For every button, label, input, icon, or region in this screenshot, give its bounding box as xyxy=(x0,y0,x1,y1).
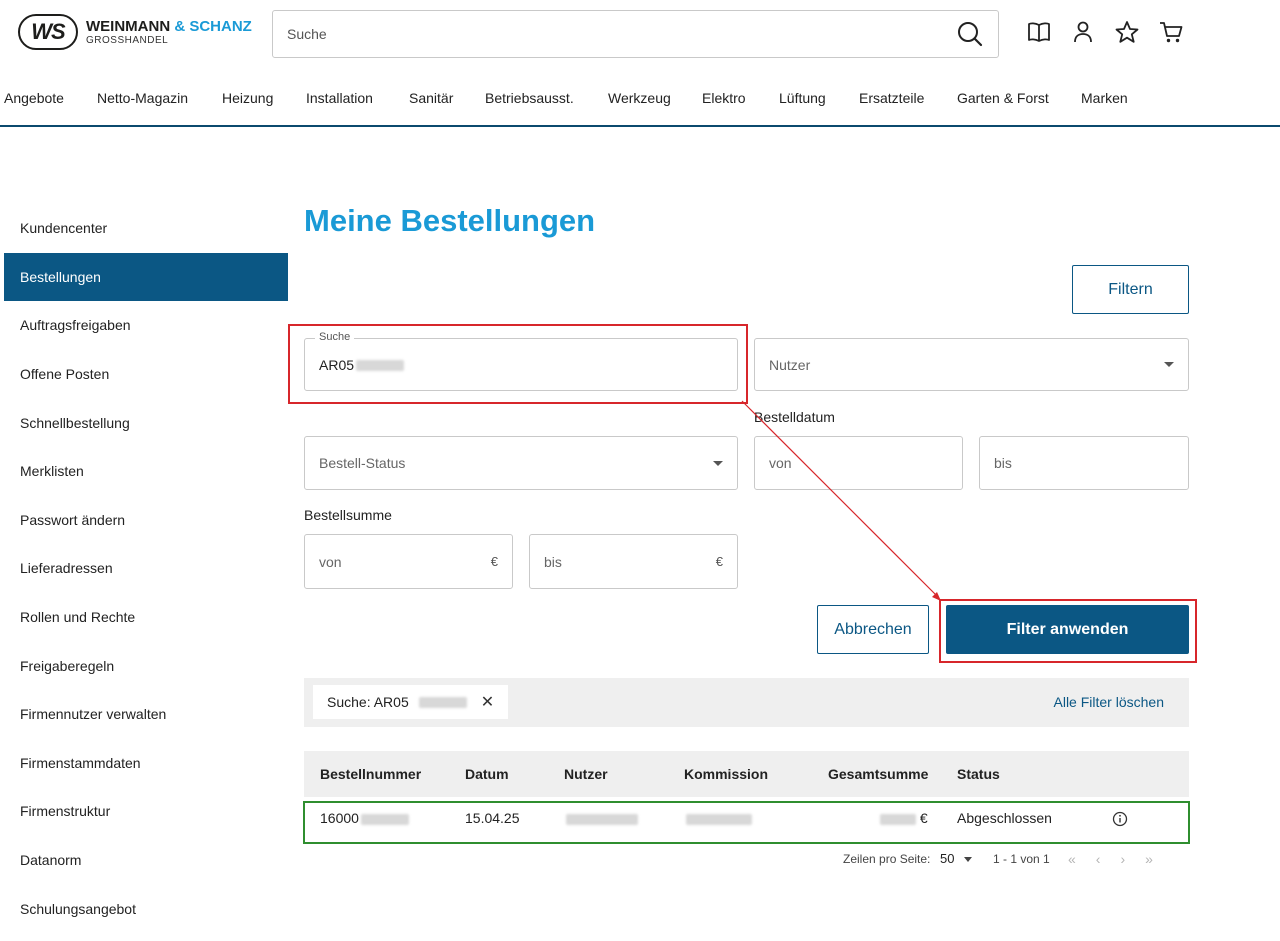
sidebar-item-schulungsangebot[interactable]: Schulungsangebot xyxy=(4,884,288,933)
sum-to-input[interactable]: bis € xyxy=(529,534,738,589)
nav-item-werkzeug[interactable]: Werkzeug xyxy=(608,90,671,106)
filter-toggle-button[interactable]: Filtern xyxy=(1072,265,1189,314)
sidebar-item-bestellungen[interactable]: Bestellungen xyxy=(4,252,288,302)
sidebar-item-auftragsfreigaben[interactable]: Auftragsfreigaben xyxy=(4,301,288,350)
nav-item-betriebsausst[interactable]: Betriebsausst. xyxy=(485,90,574,106)
nav-item-elektro[interactable]: Elektro xyxy=(702,90,746,106)
order-status-select[interactable]: Bestell-Status xyxy=(304,436,738,490)
sidebar-item-merklisten[interactable]: Merklisten xyxy=(4,447,288,496)
column-header[interactable]: Bestellnummer xyxy=(320,766,421,782)
logo-name: WEINMANN & SCHANZ xyxy=(86,17,252,35)
first-page-icon[interactable]: « xyxy=(1068,851,1076,867)
search-input[interactable]: Suche xyxy=(272,10,999,58)
date-from-input[interactable]: von xyxy=(754,436,963,490)
nav-item-lueftung[interactable]: Lüftung xyxy=(779,90,826,106)
main-nav: Angebote Netto-Magazin Heizung Installat… xyxy=(0,84,1280,127)
column-header[interactable]: Gesamtsumme xyxy=(828,766,928,782)
page-title: Meine Bestellungen xyxy=(304,203,596,238)
active-filters-bar: Suche: AR05 ✕ Alle Filter löschen xyxy=(304,678,1189,727)
cancel-button[interactable]: Abbrechen xyxy=(817,605,929,654)
sidebar-item-datanorm[interactable]: Datanorm xyxy=(4,836,288,885)
user-select[interactable]: Nutzer xyxy=(754,338,1189,391)
logo-mark: WS xyxy=(18,14,78,50)
nav-item-ersatzteile[interactable]: Ersatzteile xyxy=(859,90,924,106)
page-range: 1 - 1 von 1 xyxy=(993,852,1050,866)
user-select-placeholder: Nutzer xyxy=(769,356,811,373)
chevron-down-icon xyxy=(964,857,973,863)
sidebar-item-lieferadressen[interactable]: Lieferadressen xyxy=(4,544,288,593)
next-page-icon[interactable]: › xyxy=(1120,851,1125,867)
rows-per-page-select[interactable]: 50 xyxy=(940,851,973,866)
account-sidebar: Kundencenter Bestellungen Auftragsfreiga… xyxy=(4,204,288,933)
sidebar-item-rollen-rechte[interactable]: Rollen und Rechte xyxy=(4,593,288,642)
column-header[interactable]: Datum xyxy=(465,766,509,782)
sidebar-item-offene-posten[interactable]: Offene Posten xyxy=(4,350,288,399)
sidebar-item-freigaberegeln[interactable]: Freigaberegeln xyxy=(4,641,288,690)
column-header[interactable]: Nutzer xyxy=(564,766,608,782)
prev-page-icon[interactable]: ‹ xyxy=(1096,851,1101,867)
nav-item-heizung[interactable]: Heizung xyxy=(222,90,273,106)
order-status-placeholder: Bestell-Status xyxy=(319,455,406,471)
sidebar-item-firmenstruktur[interactable]: Firmenstruktur xyxy=(4,787,288,836)
chevron-down-icon xyxy=(713,460,723,466)
column-header[interactable]: Kommission xyxy=(684,766,768,782)
euro-icon: € xyxy=(715,554,723,569)
sidebar-item-firmennutzer[interactable]: Firmennutzer verwalten xyxy=(4,690,288,739)
nav-item-marken[interactable]: Marken xyxy=(1081,90,1128,106)
search-icon[interactable] xyxy=(956,20,984,48)
date-to-input[interactable]: bis xyxy=(979,436,1189,490)
nav-item-sanitaer[interactable]: Sanitär xyxy=(409,90,453,106)
chevron-down-icon xyxy=(1164,362,1174,367)
close-icon[interactable]: ✕ xyxy=(481,692,494,712)
logo-subtitle: GROSSHANDEL xyxy=(86,34,169,46)
highlight-search xyxy=(288,324,748,404)
nav-item-netto-magazin[interactable]: Netto-Magazin xyxy=(97,90,188,106)
sidebar-item-passwort[interactable]: Passwort ändern xyxy=(4,496,288,545)
order-date-label: Bestelldatum xyxy=(754,409,835,425)
cart-icon[interactable] xyxy=(1158,18,1184,46)
header-icons xyxy=(1026,18,1184,46)
sidebar-item-schnellbestellung[interactable]: Schnellbestellung xyxy=(4,398,288,447)
clear-all-filters-link[interactable]: Alle Filter löschen xyxy=(1054,694,1165,710)
last-page-icon[interactable]: » xyxy=(1145,851,1153,867)
highlight-apply xyxy=(939,599,1197,663)
nav-item-installation[interactable]: Installation xyxy=(306,90,373,106)
rows-per-page-label: Zeilen pro Seite: xyxy=(843,852,931,866)
highlight-result-row xyxy=(303,801,1190,844)
nav-item-garten-forst[interactable]: Garten & Forst xyxy=(957,90,1049,106)
redacted-text xyxy=(418,696,467,708)
logo[interactable]: WS WEINMANN & SCHANZ GROSSHANDEL xyxy=(18,14,252,50)
euro-icon: € xyxy=(490,554,498,569)
sum-from-input[interactable]: von € xyxy=(304,534,513,589)
star-icon[interactable] xyxy=(1114,18,1140,46)
nav-item-angebote[interactable]: Angebote xyxy=(4,90,64,106)
pagination-arrows: « ‹ › » xyxy=(1068,851,1153,867)
column-header[interactable]: Status xyxy=(957,766,1000,782)
sidebar-item-firmenstammdaten[interactable]: Firmenstammdaten xyxy=(4,739,288,788)
order-sum-label: Bestellsumme xyxy=(304,507,392,523)
user-icon[interactable] xyxy=(1070,18,1096,46)
catalog-book-icon[interactable] xyxy=(1026,18,1052,46)
sidebar-item-kundencenter[interactable]: Kundencenter xyxy=(4,204,288,253)
filter-chip-search[interactable]: Suche: AR05 ✕ xyxy=(313,685,509,719)
orders-table-header: Bestellnummer Datum Nutzer Kommission Ge… xyxy=(304,751,1189,797)
search-placeholder: Suche xyxy=(287,26,327,42)
